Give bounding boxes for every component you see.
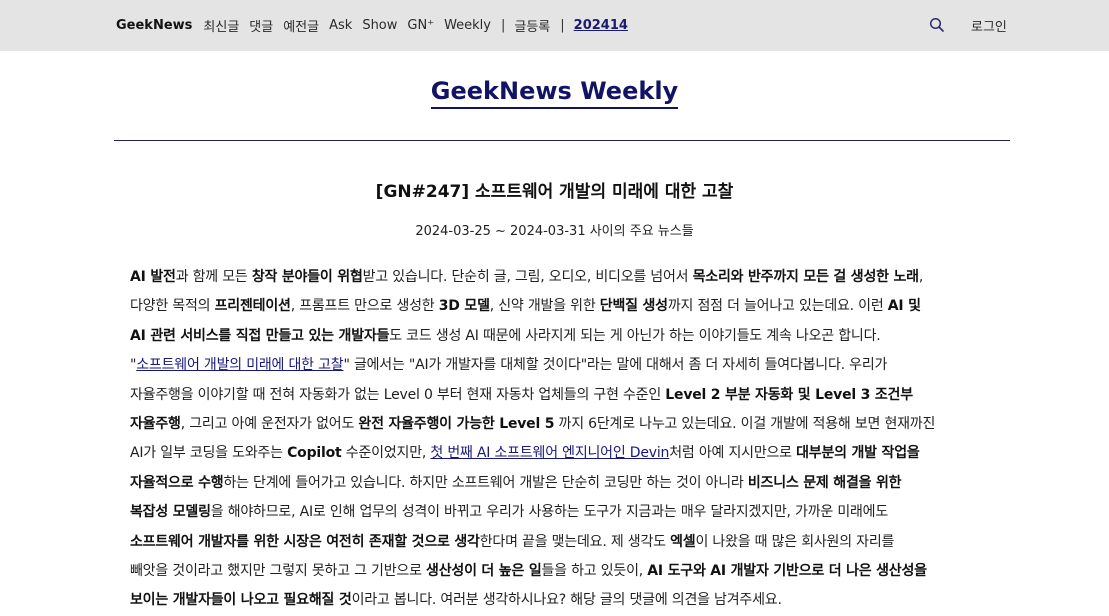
body-text: 도 코드 생성 AI 때문에 사라지게 되는 게 아닌가 하는 이야기들도 계속… [389, 327, 881, 344]
body-text: , [918, 269, 924, 285]
nav-item-comments[interactable]: 댓글 [249, 16, 273, 35]
title-divider [114, 140, 1010, 141]
nav-separator: | [500, 18, 506, 33]
body-text: 다양한 목적의 [130, 298, 215, 315]
bold-text: Copilot [287, 445, 342, 462]
body-line: 자율주행, 그리고 아예 운전자가 없어도 완전 자율주행이 가능한 Level… [130, 410, 995, 439]
body-text: 까지 6단계로 나누고 있는데요. 이걸 개발에 적용해 보면 현재까진 [554, 416, 936, 433]
body-line: 자율주행을 이야기할 때 전혀 자동화가 없는 Level 0 부터 현재 자동… [130, 381, 995, 410]
bold-text: 창작 분야들이 위협 [251, 269, 363, 285]
brand-link[interactable]: GeekNews [116, 18, 192, 33]
body-line: 자율적으로 수행하는 단계에 들어가고 있습니다. 하지만 소프트웨어 개발은 … [130, 469, 995, 498]
body-text: 처럼 아예 지시만으로 [669, 445, 797, 462]
body-text: , 신약 개발을 위한 [489, 298, 600, 315]
nav-item-gn-plus[interactable]: GN⁺ [407, 18, 434, 33]
body-line: AI가 일부 코딩을 도와주는 Copilot 수준이었지만, 첫 번째 AI … [130, 439, 995, 468]
bold-text: AI 발전 [130, 269, 176, 285]
article-title: [GN#247] 소프트웨어 개발의 미래에 대한 고찰 [375, 182, 734, 202]
nav-item-ask[interactable]: Ask [329, 18, 352, 33]
body-text: AI가 일부 코딩을 도와주는 [130, 445, 288, 462]
body-text: 과 함께 모든 [175, 269, 252, 285]
page-title[interactable]: GeekNews Weekly [430, 77, 679, 109]
body-text: 을 해야하므로, AI로 인해 업무의 성격이 바뀌고 우리가 사용하는 도구가… [210, 504, 889, 521]
body-text: 하는 단계에 들어가고 있습니다. 하지만 소프트웨어 개발은 단순히 코딩만 … [223, 474, 748, 491]
nav-item-latest[interactable]: 최신글 [203, 16, 239, 35]
bold-text: 프리젠테이션 [214, 298, 291, 315]
body-text: 이라고 봅니다. 여러분 생각하시나요? 해당 글의 댓글에 의견을 남겨주세요… [351, 592, 782, 609]
nav-item-show[interactable]: Show [362, 18, 397, 33]
body-line: 다양한 목적의 프리젠테이션, 프롬프트 만으로 생성한 3D 모델, 신약 개… [130, 292, 995, 321]
bold-text: 완전 자율주행이 가능한 Level 5 [358, 416, 555, 433]
body-line: 보이는 개발자들이 나오고 필요해질 것이라고 봅니다. 여러분 생각하시나요?… [130, 586, 995, 615]
body-line: 복잡성 모델링을 해야하므로, AI로 인해 업무의 성격이 바뀌고 우리가 사… [130, 498, 995, 527]
body-text: 빼앗을 것이라고 했지만 그렇지 못하고 그 기반으로 [130, 563, 427, 580]
body-line: AI 관련 서비스를 직접 만들고 있는 개발자들도 코드 생성 AI 때문에 … [130, 322, 995, 351]
body-line: 소프트웨어 개발자를 위한 시장은 여전히 존재할 것으로 생각한다며 끝을 맺… [130, 528, 995, 557]
nav-item-current-issue[interactable]: 202414 [574, 18, 628, 33]
body-text: 이 나왔을 때 많은 회사원의 자리를 [695, 533, 895, 550]
nav-item-past[interactable]: 예전글 [283, 16, 319, 35]
body-text: , 그리고 아예 운전자가 없어도 [180, 416, 359, 433]
body-text: 까지 점점 더 늘어나고 있는데요. 이런 [667, 298, 888, 315]
bold-text: Level 2 부분 자동화 및 Level 3 조건부 [665, 386, 913, 403]
nav-item-submit[interactable]: 글등록 [514, 16, 550, 35]
bold-text: 단백질 생성 [599, 298, 668, 315]
body-text: , 프롬프트 만으로 생성한 [290, 298, 439, 315]
body-line: 빼앗을 것이라고 했지만 그렇지 못하고 그 기반으로 생산성이 더 높은 일들… [130, 557, 995, 586]
page-title-container: GeekNews Weekly [0, 77, 1109, 109]
bold-text: 생산성이 더 높은 일 [426, 563, 542, 580]
body-text: 들을 하고 있듯이, [541, 563, 648, 580]
bold-text: 대부분의 개발 작업을 [796, 445, 920, 462]
bold-text: AI 도구와 AI 개발자 기반으로 더 나은 생산성을 [647, 563, 927, 580]
bold-text: 자율적으로 수행 [130, 474, 224, 491]
bold-text: 복잡성 모델링 [130, 504, 211, 521]
article-link[interactable]: 소프트웨어 개발의 미래에 대한 고찰 [136, 357, 343, 373]
body-text: 자율주행을 이야기할 때 전혀 자동화가 없는 Level 0 부터 현재 자동… [130, 386, 666, 403]
login-link[interactable]: 로그인 [971, 0, 1007, 51]
body-text: " 글에서는 "AI가 개발자를 대체할 것이다"라는 말에 대해서 좀 더 자… [343, 357, 888, 374]
body-text: 받고 있습니다. 단순히 글, 그림, 오디오, 비디오를 넘어서 [362, 269, 693, 285]
bold-text: 비즈니스 문제 해결을 위한 [747, 474, 902, 491]
bold-text: 엑셀 [670, 533, 696, 550]
body-line: "소프트웨어 개발의 미래에 대한 고찰" 글에서는 "AI가 개발자를 대체할… [130, 351, 995, 380]
bold-text: 자율주행 [130, 416, 181, 433]
bold-text: 목소리와 반주까지 모든 걸 생성한 노래 [692, 269, 919, 285]
search-icon[interactable] [929, 17, 945, 33]
article-date-range: 2024-03-25 ~ 2024-03-31 사이의 주요 뉴스들 [415, 224, 694, 239]
nav-menu: GeekNews 최신글 댓글 예전글 Ask Show GN⁺ Weekly … [116, 0, 638, 51]
body-text: 한다며 끝을 맺는데요. 제 생각도 [479, 533, 671, 550]
body-line: AI 발전과 함께 모든 창작 분야들이 위협받고 있습니다. 단순히 글, 그… [130, 263, 995, 292]
bold-text: 소프트웨어 개발자를 위한 시장은 여전히 존재할 것으로 생각 [130, 533, 480, 550]
article-body: AI 발전과 함께 모든 창작 분야들이 위협받고 있습니다. 단순히 글, 그… [130, 263, 995, 616]
nav-separator: | [560, 18, 565, 33]
body-text: 수준이었지만, [341, 445, 431, 462]
bold-text: 3D 모델 [438, 298, 490, 315]
devin-link[interactable]: 첫 번째 AI 소프트웨어 엔지니어인 Devin [430, 445, 669, 461]
nav-item-weekly[interactable]: Weekly [444, 18, 491, 33]
bold-text: AI 관련 서비스를 직접 만들고 있는 개발자들 [130, 327, 390, 344]
bold-text: 보이는 개발자들이 나오고 필요해질 것 [130, 592, 352, 609]
top-navigation-bar: GeekNews 최신글 댓글 예전글 Ask Show GN⁺ Weekly … [0, 0, 1109, 51]
bold-text: AI 및 [887, 298, 921, 315]
